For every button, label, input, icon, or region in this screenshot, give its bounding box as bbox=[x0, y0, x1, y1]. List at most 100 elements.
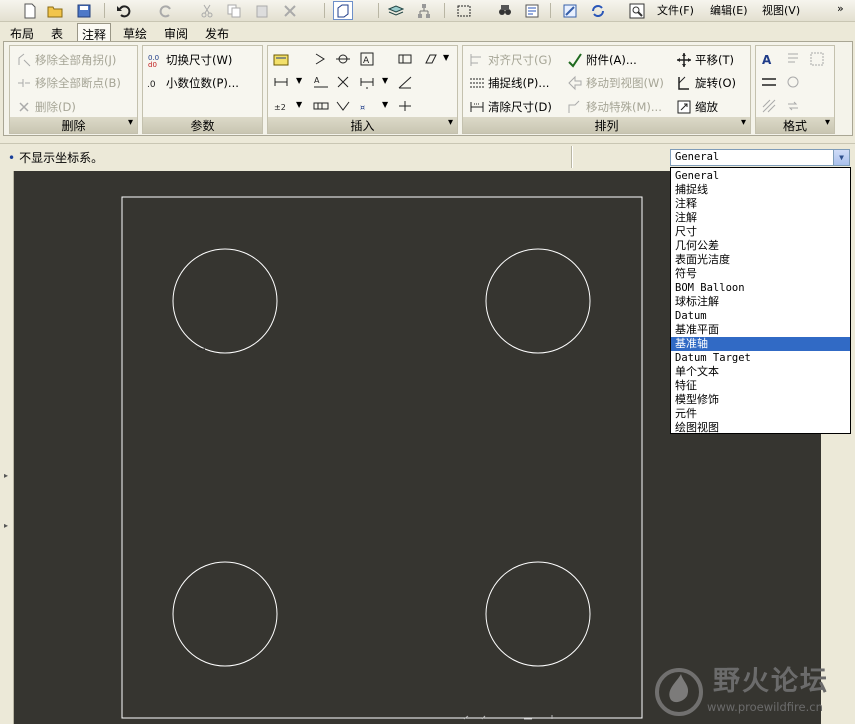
layers-icon[interactable] bbox=[386, 1, 406, 20]
filter-option-dimension[interactable]: 尺寸 bbox=[671, 225, 850, 239]
chevron-down-icon[interactable]: ▼ bbox=[296, 100, 302, 109]
geometric-tolerance-icon[interactable] bbox=[396, 50, 414, 68]
table-dimension-icon[interactable] bbox=[312, 97, 330, 115]
chevron-down-icon[interactable]: ▾ bbox=[741, 117, 746, 128]
arrow-style-icon bbox=[784, 73, 802, 91]
menu-view[interactable]: 视图(V) bbox=[762, 2, 800, 18]
snap-line-button[interactable]: 捕捉线(P)... bbox=[469, 73, 549, 93]
align-dimension-button: 对齐尺寸(G) bbox=[469, 50, 552, 70]
hole-bottom-right bbox=[485, 561, 591, 667]
chevron-down-icon[interactable]: ▾ bbox=[825, 117, 830, 128]
datum-target-icon[interactable]: A bbox=[358, 50, 376, 68]
chevron-down-icon[interactable]: ▼ bbox=[296, 76, 302, 85]
left-panel-strip[interactable]: ▸ ▸ bbox=[0, 171, 14, 724]
menu-edit[interactable]: 编辑(E) bbox=[710, 2, 748, 18]
flame-logo-icon bbox=[655, 668, 703, 716]
decimal-places-button[interactable]: .0 小数位数(P)... bbox=[147, 73, 239, 93]
filter-option-balloon-note[interactable]: 球标注解 bbox=[671, 295, 850, 309]
note-icon[interactable] bbox=[312, 50, 330, 68]
filter-option-single-text[interactable]: 单个文本 bbox=[671, 365, 850, 379]
expand-arrow-icon[interactable]: ▸ bbox=[4, 471, 8, 480]
line-style-icon[interactable] bbox=[760, 73, 778, 91]
filter-option-snap-line[interactable]: 捕捉线 bbox=[671, 183, 850, 197]
baseline-dimension-icon[interactable] bbox=[358, 73, 376, 91]
angle-dimension-icon[interactable] bbox=[396, 73, 414, 91]
delete-group-footer[interactable]: 删除 ▾ bbox=[10, 117, 137, 133]
balloon-icon[interactable] bbox=[334, 97, 352, 115]
tab-table[interactable]: 表 bbox=[47, 23, 67, 42]
clean-dimension-button[interactable]: 清除尺寸(D) bbox=[469, 97, 552, 117]
properties-icon[interactable] bbox=[522, 1, 542, 20]
symbol-icon[interactable]: ¤ bbox=[358, 97, 376, 115]
move-special-button: 移动特殊(M)... bbox=[567, 97, 662, 117]
chevron-down-icon[interactable]: ▼ bbox=[382, 76, 388, 85]
find-icon[interactable] bbox=[495, 1, 515, 20]
filter-option-general[interactable]: General bbox=[671, 169, 850, 183]
filter-option-symbol[interactable]: 符号 bbox=[671, 267, 850, 281]
save-icon[interactable] bbox=[74, 1, 94, 20]
tab-sketch[interactable]: 草绘 bbox=[119, 23, 151, 42]
refresh-icon[interactable] bbox=[588, 1, 608, 20]
format-group-footer[interactable]: 格式 ▾ bbox=[756, 117, 834, 133]
filter-option-component[interactable]: 元件 bbox=[671, 407, 850, 421]
hatch-icon bbox=[808, 50, 826, 68]
translate-button[interactable]: 平移(T) bbox=[676, 50, 734, 70]
chevron-down-icon[interactable]: ▾ bbox=[448, 117, 453, 128]
filter-option-cosmetic[interactable]: 模型修饰 bbox=[671, 393, 850, 407]
chevron-down-icon[interactable]: ▼ bbox=[833, 150, 849, 165]
ordinate-dimension-icon[interactable]: A bbox=[312, 73, 330, 91]
arrange-group-footer[interactable]: 排列 ▾ bbox=[463, 117, 750, 133]
rotate-button[interactable]: 旋转(O) bbox=[676, 73, 736, 93]
filter-option-datum[interactable]: Datum bbox=[671, 309, 850, 323]
break-line-icon[interactable] bbox=[396, 97, 414, 115]
new-file-icon[interactable] bbox=[20, 1, 40, 20]
filter-option-datum-plane[interactable]: 基准平面 bbox=[671, 323, 850, 337]
filter-option-annotation[interactable]: 注解 bbox=[671, 211, 850, 225]
toggle-dimension-button[interactable]: 0.0 d0 切换尺寸(W) bbox=[147, 50, 232, 70]
open-folder-icon[interactable] bbox=[45, 1, 65, 20]
menu-file[interactable]: 文件(F) bbox=[657, 2, 694, 18]
filter-option-gtol[interactable]: 几何公差 bbox=[671, 239, 850, 253]
tab-annotate[interactable]: 注释 bbox=[77, 23, 112, 42]
dimension-icon[interactable] bbox=[272, 73, 290, 91]
selection-filter-combobox[interactable]: General ▼ bbox=[670, 149, 850, 166]
tab-publish[interactable]: 发布 bbox=[201, 23, 233, 42]
hatch-pattern-icon bbox=[760, 97, 778, 115]
tab-review[interactable]: 审阅 bbox=[160, 23, 192, 42]
surface-finish-icon[interactable] bbox=[421, 50, 439, 68]
expand-arrow-icon[interactable]: ▸ bbox=[4, 521, 8, 530]
tab-layout[interactable]: 布局 bbox=[6, 23, 38, 42]
corner-icon bbox=[16, 52, 32, 68]
display-style-icon[interactable] bbox=[333, 1, 353, 20]
reference-dimension-icon[interactable] bbox=[334, 73, 352, 91]
selection-filter-dropdown: General 捕捉线 注释 注解 尺寸 几何公差 表面光洁度 符号 BOM B… bbox=[670, 167, 851, 434]
model-tree-icon[interactable] bbox=[414, 1, 434, 20]
delete-button: 删除(D) bbox=[16, 97, 76, 117]
scale-button[interactable]: 缩放 bbox=[676, 97, 718, 117]
text-style-icon[interactable]: A bbox=[760, 50, 778, 68]
chevron-down-icon[interactable]: ▼ bbox=[382, 100, 388, 109]
selection-box-icon[interactable] bbox=[454, 1, 474, 20]
filter-option-drawing-view[interactable]: 绘图视图 bbox=[671, 421, 850, 435]
filter-option-surface-finish[interactable]: 表面光洁度 bbox=[671, 253, 850, 267]
filter-option-datum-target[interactable]: Datum Target bbox=[671, 351, 850, 365]
filter-option-feature[interactable]: 特征 bbox=[671, 379, 850, 393]
move-icon bbox=[676, 52, 692, 68]
filter-option-datum-axis[interactable]: 基准轴 bbox=[671, 337, 850, 351]
cut-icon bbox=[197, 1, 217, 20]
attach-button[interactable]: 附件(A)... bbox=[567, 50, 637, 70]
delete-group: 移除全部角拐(J) 移除全部断点(B) 删除(D) 删除 ▾ bbox=[9, 45, 138, 134]
zoom-window-icon[interactable] bbox=[627, 1, 647, 20]
filter-option-bom-balloon[interactable]: BOM Balloon bbox=[671, 281, 850, 295]
show-model-annotations-icon[interactable] bbox=[272, 50, 290, 68]
datum-feature-icon[interactable] bbox=[334, 50, 352, 68]
regenerate-icon[interactable] bbox=[560, 1, 580, 20]
redo-icon bbox=[156, 1, 176, 20]
toolbar-overflow-button[interactable]: » bbox=[837, 2, 844, 15]
tolerance-icon[interactable]: ±2 bbox=[272, 97, 290, 115]
insert-group-footer[interactable]: 插入 ▾ bbox=[268, 117, 457, 133]
chevron-down-icon[interactable]: ▾ bbox=[128, 117, 133, 128]
undo-icon[interactable] bbox=[114, 1, 134, 20]
filter-option-note[interactable]: 注释 bbox=[671, 197, 850, 211]
chevron-down-icon[interactable]: ▼ bbox=[443, 53, 449, 62]
